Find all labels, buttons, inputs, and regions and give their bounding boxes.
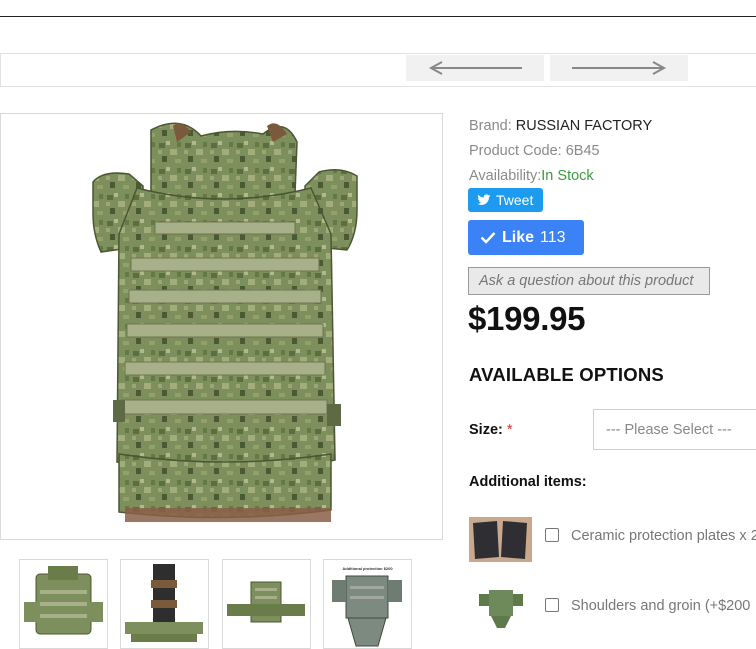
brand-line: Brand: RUSSIAN FACTORY [469,118,652,134]
arrow-right-icon [572,61,667,75]
arrow-left-icon [428,61,522,75]
thumbnail-caption: Additional protection $200 [342,566,393,571]
product-code-label: Product Code: [469,143,566,159]
shoulders-groin-label[interactable]: Shoulders and groin (+$200 [571,598,750,614]
thumbnail-3[interactable] [222,559,311,649]
tweet-button[interactable]: Tweet [468,188,543,212]
check-icon [480,232,496,244]
thumb-vest-open [125,564,203,642]
required-mark: * [506,422,513,438]
brand-label: Brand: [469,118,516,134]
vest-image [92,122,358,522]
availability-label: Availability: [469,168,542,184]
like-button[interactable]: Like 113 [468,220,584,255]
ceramic-plates-image [469,517,532,562]
shoulders-groin-thumb [469,584,532,629]
top-divider [0,16,756,17]
ceramic-plates-thumb [469,517,532,562]
product-code-line: Product Code: 6B45 [469,143,600,159]
thumbnail-4[interactable]: Additional protection $200 [323,559,412,649]
product-code-value: 6B45 [565,143,600,159]
additional-items-label: Additional items: [469,474,587,490]
prev-product-button[interactable] [406,55,544,81]
availability-line: Availability:In Stock [469,168,594,184]
availability-status: In Stock [541,168,594,184]
tweet-label: Tweet [496,192,534,208]
next-product-button[interactable] [550,55,688,81]
thumbnail-2[interactable] [120,559,209,649]
size-select[interactable]: --- Please Select --- [593,409,756,450]
ceramic-plates-label[interactable]: Ceramic protection plates x 2 [571,528,756,544]
product-price: $199.95 [468,300,586,337]
thumb-vest-side [227,581,305,623]
twitter-bird-icon [477,194,491,205]
like-count: 113 [540,228,566,246]
thumb-vest-front [24,566,103,635]
like-label: Like [502,228,535,246]
size-label-text: Size: [469,422,503,438]
available-options-heading: AVAILABLE OPTIONS [469,364,664,385]
brand-link[interactable]: RUSSIAN FACTORY [516,118,652,134]
size-label: Size: * [469,422,513,438]
main-product-image[interactable] [0,113,443,540]
shoulders-groin-image [469,584,532,629]
shoulders-groin-checkbox[interactable] [545,598,559,612]
thumb-vest-full [332,575,402,647]
ceramic-plates-checkbox[interactable] [545,528,559,542]
ask-question-button[interactable]: Ask a question about this product [468,267,710,295]
thumbnail-1[interactable] [19,559,108,649]
